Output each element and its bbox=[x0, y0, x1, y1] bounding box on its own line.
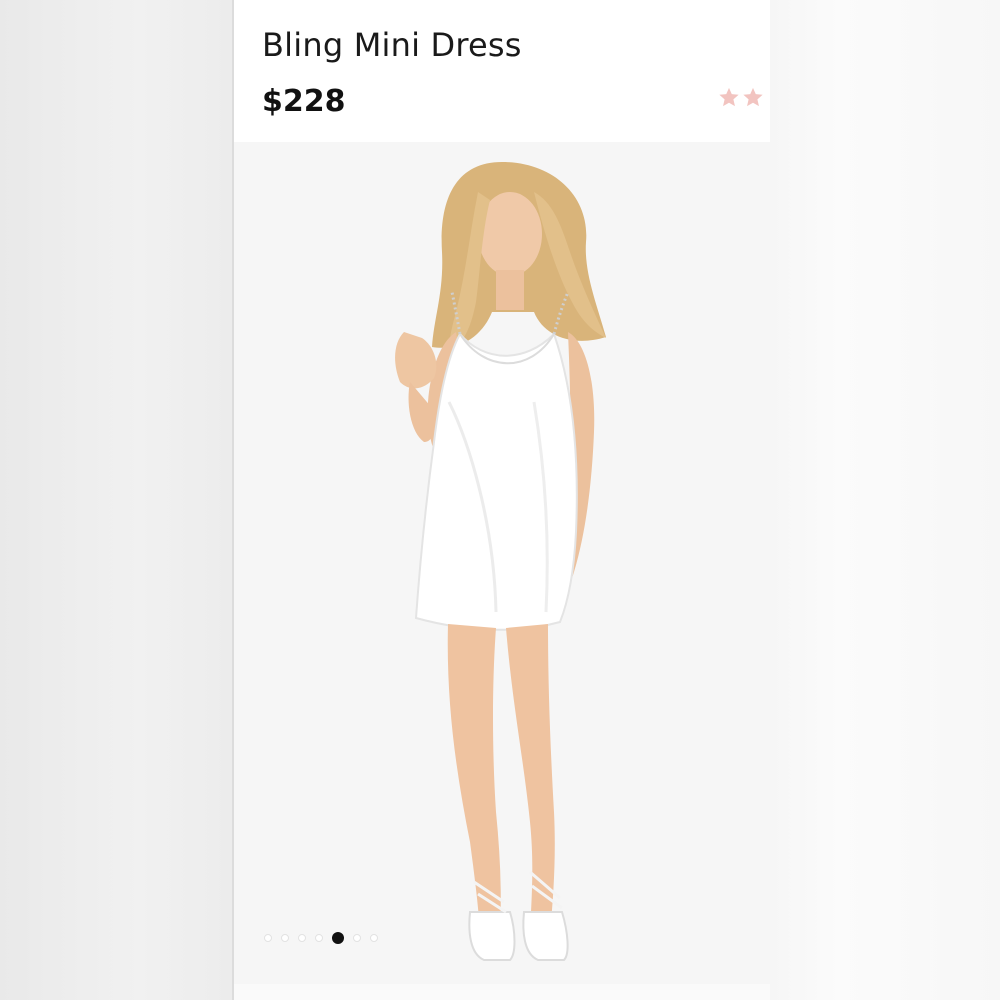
product-image[interactable] bbox=[234, 142, 770, 984]
product-title: Bling Mini Dress bbox=[262, 26, 522, 64]
carousel-dots[interactable] bbox=[264, 932, 378, 944]
star-icon bbox=[719, 87, 739, 107]
carousel-dot[interactable] bbox=[353, 934, 361, 942]
right-background-panel bbox=[770, 0, 1000, 1000]
star-icon bbox=[743, 87, 763, 107]
rating-stars bbox=[718, 86, 764, 108]
carousel-dot-active[interactable] bbox=[332, 932, 344, 944]
carousel-dot[interactable] bbox=[370, 934, 378, 942]
left-background-panel bbox=[0, 0, 232, 1000]
product-card[interactable]: Bling Mini Dress $228 bbox=[234, 0, 770, 1000]
card-bottom-edge bbox=[234, 984, 770, 1000]
carousel-dot[interactable] bbox=[264, 934, 272, 942]
carousel-dot[interactable] bbox=[281, 934, 289, 942]
product-price: $228 bbox=[262, 84, 346, 119]
carousel-dot[interactable] bbox=[315, 934, 323, 942]
carousel-dot[interactable] bbox=[298, 934, 306, 942]
model-photo-illustration bbox=[234, 142, 770, 984]
